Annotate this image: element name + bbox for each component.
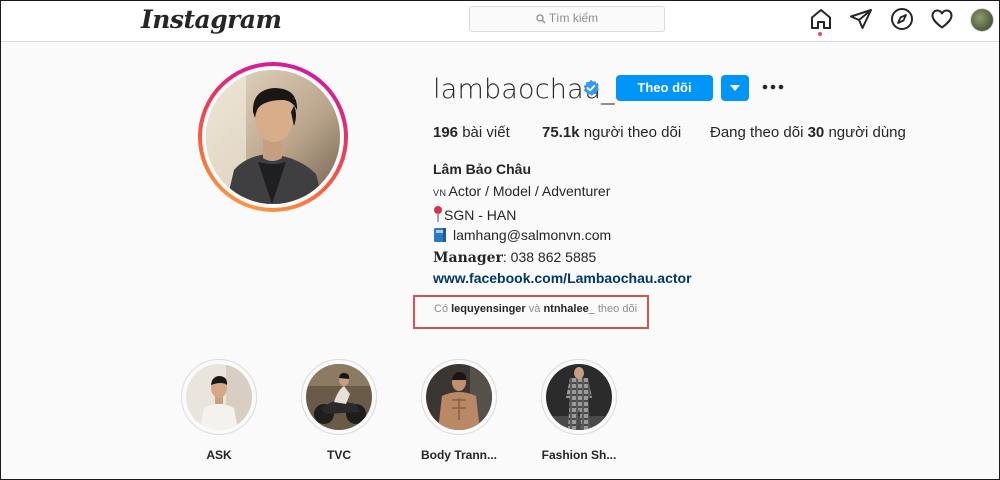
highlight-label: Fashion Sh... xyxy=(541,448,617,462)
highlight-cover-ring xyxy=(421,359,497,435)
posts-count: 196 bài viết xyxy=(433,124,510,141)
search-placeholder: Tìm kiếm xyxy=(548,11,599,25)
bio-location: SGN - HAN xyxy=(444,207,517,223)
highlight-label: ASK xyxy=(206,448,232,462)
bio-line-1: vn Actor / Model / Adventurer xyxy=(433,183,610,199)
highlight-cover-ring xyxy=(181,359,257,435)
highlight-cover-image xyxy=(546,364,612,430)
website-link[interactable]: www.facebook.com/Lambaochau.actor xyxy=(433,270,692,286)
profile-photo xyxy=(206,70,340,204)
highlight-tvc[interactable]: TVC xyxy=(299,359,379,462)
posts-count-value: 196 xyxy=(433,124,459,141)
bio-line-3: lamhang@salmonvn.com xyxy=(433,227,611,243)
followers-count-label: người theo dõi xyxy=(583,124,682,141)
following-count-value: 30 xyxy=(807,124,825,141)
manager-label: Manager xyxy=(433,250,503,266)
followers-count-value: 75.1k xyxy=(542,124,580,141)
blue-book-icon xyxy=(434,228,446,242)
bio-line-4: Manager: 038 862 5885 xyxy=(433,249,596,266)
search-input[interactable]: Tìm kiếm xyxy=(469,6,665,32)
pushpin-icon xyxy=(434,206,442,222)
bio-line-2: SGN - HAN xyxy=(433,205,516,223)
bio-occupation: Actor / Model / Adventurer xyxy=(448,183,611,199)
highlight-cover-ring xyxy=(301,359,377,435)
followed-by-user-1[interactable]: lequyensinger xyxy=(451,303,526,315)
suggested-accounts-dropdown-button[interactable] xyxy=(721,75,749,101)
profile-avatar-nav[interactable] xyxy=(970,8,994,32)
verified-badge-icon xyxy=(583,79,599,96)
highlight-cover-image xyxy=(186,364,252,430)
notification-dot xyxy=(818,32,822,36)
bio-email: lamhang@salmonvn.com xyxy=(453,227,612,243)
explore-icon[interactable] xyxy=(890,7,914,31)
heart-icon[interactable] xyxy=(930,7,954,31)
more-options-icon[interactable] xyxy=(762,77,784,97)
followed-by-prefix: Có xyxy=(434,303,449,315)
following-prefix: Đang theo dõi xyxy=(710,124,804,141)
follow-button[interactable]: Theo dõi xyxy=(616,75,713,101)
direct-icon[interactable] xyxy=(849,7,873,31)
followers-link[interactable]: 75.1k người theo dõi xyxy=(542,124,681,141)
search-icon xyxy=(536,14,546,24)
highlight-ask[interactable]: ASK xyxy=(179,359,259,462)
followed-by-connector: và xyxy=(528,303,541,315)
home-icon[interactable] xyxy=(809,7,833,31)
highlight-cover-image xyxy=(426,364,492,430)
following-link[interactable]: Đang theo dõi 30 người dùng xyxy=(710,124,906,141)
highlight-body-transformation[interactable]: Body Trann... xyxy=(419,359,499,462)
following-suffix: người dùng xyxy=(828,124,906,141)
instagram-logo[interactable]: Instagram xyxy=(141,5,282,34)
top-navbar: Instagram Tìm kiếm xyxy=(1,1,999,42)
vn-flag-icon: vn xyxy=(433,188,447,198)
highlight-cover-image xyxy=(306,364,372,430)
highlight-fashion-show[interactable]: Fashion Sh... xyxy=(539,359,619,462)
posts-count-label: bài viết xyxy=(462,124,510,141)
followed-by-text[interactable]: Có lequyensinger và ntnhalee_ theo dõi xyxy=(434,303,637,315)
highlight-cover-ring xyxy=(541,359,617,435)
profile-full-name: Lâm Bảo Châu xyxy=(433,161,532,177)
followed-by-user-2[interactable]: ntnhalee_ xyxy=(543,303,594,315)
highlight-label: TVC xyxy=(327,448,351,462)
caret-down-icon xyxy=(730,85,740,91)
profile-avatar-story-ring[interactable] xyxy=(198,62,348,212)
followed-by-suffix: theo dõi xyxy=(597,303,638,315)
manager-phone: : 038 862 5885 xyxy=(502,249,597,265)
highlight-label: Body Trann... xyxy=(420,448,497,462)
